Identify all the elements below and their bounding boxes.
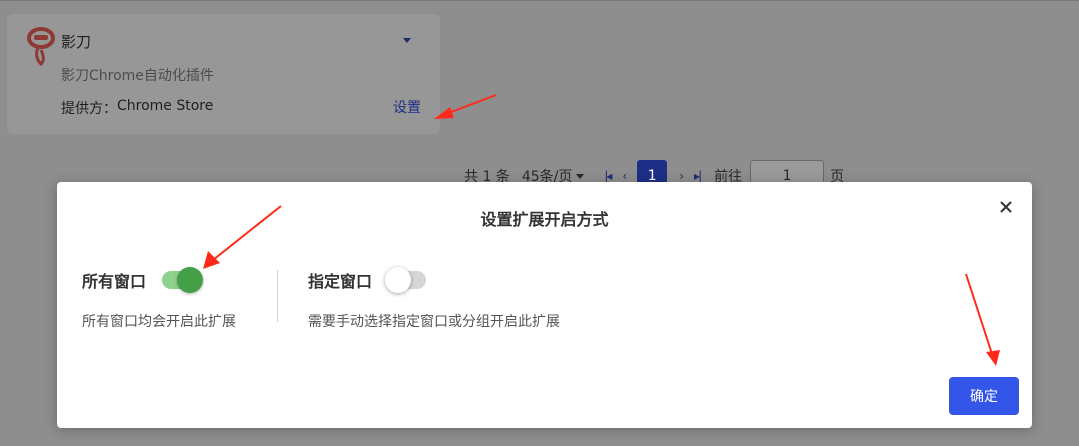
option-specific-windows-description: 需要手动选择指定窗口或分组开启此扩展 bbox=[308, 314, 560, 330]
option-all-windows-description: 所有窗口均会开启此扩展 bbox=[82, 314, 236, 330]
all-windows-toggle[interactable] bbox=[162, 267, 204, 293]
option-all-windows: 所有窗口 所有窗口均会开启此扩展 bbox=[82, 266, 236, 331]
settings-modal: 设置扩展开启方式 所有窗口 所有窗口均会开启此扩展 指定窗口 需要手动选择指定窗… bbox=[57, 182, 1032, 428]
modal-title: 设置扩展开启方式 bbox=[480, 210, 609, 229]
close-icon[interactable] bbox=[995, 196, 1017, 218]
chevron-down-icon[interactable] bbox=[403, 38, 411, 43]
annotation-arrow-icon bbox=[434, 94, 497, 119]
option-specific-windows-label: 指定窗口 bbox=[308, 272, 373, 291]
provider-value: Chrome Store bbox=[117, 98, 214, 114]
yingdao-logo-icon bbox=[27, 27, 55, 67]
extension-description: 影刀Chrome自动化插件 bbox=[61, 68, 214, 84]
first-page-icon[interactable]: |◂ bbox=[604, 169, 612, 183]
chevron-down-icon bbox=[576, 173, 585, 179]
option-specific-windows: 指定窗口 需要手动选择指定窗口或分组开启此扩展 bbox=[308, 266, 560, 331]
confirm-button[interactable]: 确定 bbox=[949, 377, 1019, 415]
option-all-windows-label: 所有窗口 bbox=[82, 272, 147, 291]
specific-windows-toggle[interactable] bbox=[385, 267, 427, 293]
page: 影刀 影刀Chrome自动化插件 提供方： Chrome Store 设置 共 … bbox=[0, 0, 1079, 446]
provider-label: 提供方： bbox=[61, 101, 117, 117]
extension-name: 影刀 bbox=[61, 33, 92, 51]
next-page-icon[interactable]: › bbox=[679, 169, 684, 183]
extension-card: 影刀 影刀Chrome自动化插件 提供方： Chrome Store 设置 bbox=[7, 14, 440, 134]
prev-page-icon[interactable]: ‹ bbox=[622, 169, 627, 183]
last-page-icon[interactable]: ▸| bbox=[694, 169, 702, 183]
extension-provider: 提供方： Chrome Store bbox=[61, 98, 213, 118]
option-divider bbox=[277, 270, 278, 322]
top-divider bbox=[0, 0, 1079, 1]
settings-link[interactable]: 设置 bbox=[393, 97, 421, 117]
